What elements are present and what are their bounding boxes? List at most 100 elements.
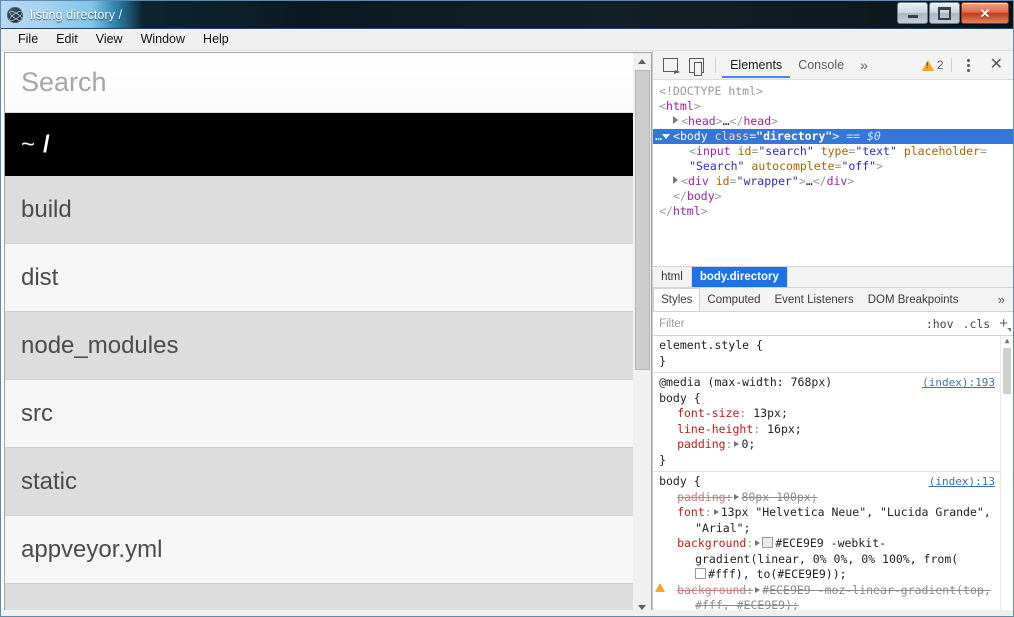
tab-event-listeners[interactable]: Event Listeners [767,288,860,311]
scrollbar-thumb[interactable] [634,70,650,370]
directory-breadcrumb: ~ / [5,113,634,176]
scrollbar-track[interactable] [633,370,651,599]
device-toolbar-icon[interactable] [683,53,709,77]
declaration-prop: background [677,582,747,597]
style-rule-media-body[interactable]: @media (max-width: 768px) body { (index)… [653,373,1013,472]
window-controls: ✕ [897,2,1009,24]
tab-elements[interactable]: Elements [722,53,791,78]
color-swatch[interactable] [695,568,707,579]
expand-shorthand-icon[interactable] [734,493,740,500]
list-item-label: appveyor.yml [21,535,163,563]
styles-scroll-up-icon[interactable]: ▲ [1005,336,1010,346]
declaration-value: #ECE9E9 -moz-linear-gradient(top, [762,582,991,597]
list-item[interactable]: static [5,448,634,516]
color-swatch[interactable] [762,537,774,548]
devtools-toolbar: Elements Console » 2 ✕ [653,51,1013,80]
web-page-pane: Search ~ / build dist node_modules src s… [4,52,634,616]
list-item[interactable]: dist [5,244,634,312]
menu-item-help[interactable]: Help [194,30,238,49]
dom-line-html-close[interactable]: </html> [659,204,1013,219]
styles-tabbar: Styles Computed Event Listeners DOM Brea… [653,288,1013,312]
devtools-panel: Elements Console » 2 ✕ <!DOCTYPE html> <… [652,51,1013,616]
rule-source-link[interactable]: (index):193 [922,375,995,391]
declaration[interactable]: line-height: 16px; [659,422,1013,438]
dom-line-input[interactable]: <input id="search" type="text" placehold… [659,144,1013,159]
declaration-prop: line-height [677,421,754,436]
expand-shorthand-icon[interactable] [734,441,740,447]
devtools-close-icon[interactable]: ✕ [984,54,1009,76]
expand-shorthand-icon[interactable] [713,509,719,515]
inspect-cursor-icon[interactable] [657,53,683,77]
maximize-button[interactable] [929,2,960,24]
rule-selector: body { [659,390,701,405]
breadcrumb-html[interactable]: html [653,267,692,287]
hov-toggle[interactable]: :hov [926,317,954,331]
breadcrumb-body-directory[interactable]: body.directory [691,267,788,287]
styles-scrollbar-thumb[interactable] [1003,348,1011,394]
list-item[interactable]: src [5,380,634,448]
declaration[interactable]: background: #ECE9E9 -webkit- [659,536,1013,552]
styles-scrollbar[interactable]: ▲ ▼ [1000,336,1013,616]
list-item[interactable]: build [5,176,634,244]
list-item-label: dist [21,263,59,291]
tab-dom-breakpoints[interactable]: DOM Breakpoints [861,288,966,311]
menu-item-edit[interactable]: Edit [47,30,87,49]
declaration-overridden[interactable]: padding: 80px 100px; [659,490,1013,506]
page-scrollbar[interactable] [633,52,653,616]
warning-badge[interactable]: 2 [921,58,952,72]
tab-computed[interactable]: Computed [700,288,767,311]
expand-shorthand-icon[interactable] [755,540,761,546]
style-rule-body[interactable]: body { (index):13 padding: 80px 100px; fo… [653,472,1013,616]
declaration-value: #ECE9E9 -webkit- [775,536,887,550]
window-body: Search ~ / build dist node_modules src s… [1,51,1013,616]
styles-pane[interactable]: element.style { } @media (max-width: 768… [653,336,1013,616]
dom-line-head[interactable]: <head>…</head> [659,114,1013,129]
toolbar-right-group: 2 ✕ [921,54,1009,76]
close-button[interactable]: ✕ [961,2,1009,24]
menu-item-view[interactable]: View [87,30,132,49]
declaration-value: 0; [741,437,756,451]
rule-selector: element.style { [659,338,763,352]
rule-source-link[interactable]: (index):13 [929,474,995,490]
styles-filter-input[interactable]: Filter [659,318,685,330]
new-style-rule-button[interactable]: + [999,316,1011,332]
list-item[interactable]: node_modules [5,312,634,380]
tab-console[interactable]: Console [790,53,852,78]
expand-shorthand-icon[interactable] [755,586,761,593]
tab-styles[interactable]: Styles [653,288,701,311]
electron-atom-icon [7,6,23,23]
menu-item-file[interactable]: File [9,30,47,49]
kebab-menu-icon[interactable] [954,58,984,72]
title-bar: listing directory / ✕ [1,1,1013,29]
cls-toggle[interactable]: .cls [963,317,991,331]
list-item-label: src [21,399,53,427]
styles-more-tabs-icon[interactable]: » [990,288,1013,311]
minimize-button[interactable] [897,2,928,24]
list-item-label: build [21,195,72,223]
scroll-up-arrow-icon[interactable] [633,53,651,70]
styles-filter-bar: Filter :hov .cls + [653,312,1013,336]
dom-line-body-selected[interactable]: … <body class="directory"> == $0 [653,129,1013,144]
dom-line-html-open[interactable]: <html> [659,99,1013,114]
dom-line-input-cont[interactable]: "Search" autocomplete="off"> [659,159,1013,174]
style-rule-element-style[interactable]: element.style { } [653,336,1013,373]
search-input[interactable]: Search [5,53,634,113]
breadcrumb-home[interactable]: ~ [21,131,35,159]
declaration-prop: font [677,505,705,519]
dom-line-wrapper[interactable]: <div id="wrapper">…</div> [659,174,1013,189]
list-item-label: static [21,467,78,495]
declaration-invalid[interactable]: background: #ECE9E9 -moz-linear-gradient(… [655,582,1013,599]
more-tabs-icon[interactable]: » [852,57,876,73]
dom-line-body-close[interactable]: </body> [659,189,1013,204]
declaration[interactable]: font: 13px "Helvetica Neue", "Lucida Gran… [659,505,1013,521]
declaration-prop: font-size [677,406,740,420]
warning-triangle-icon [921,59,934,71]
dom-breadcrumb: html body.directory [653,266,1013,288]
declaration-prop: padding [677,489,726,504]
dom-line-doctype: <!DOCTYPE html> [659,84,763,98]
dom-tree[interactable]: <!DOCTYPE html> <html> <head>…</head> … <… [653,80,1013,266]
list-item[interactable]: appveyor.yml [5,516,634,584]
menu-item-window[interactable]: Window [132,30,194,49]
declaration[interactable]: font-size: 13px; [659,406,1013,422]
declaration[interactable]: padding: 0; [659,437,1013,453]
